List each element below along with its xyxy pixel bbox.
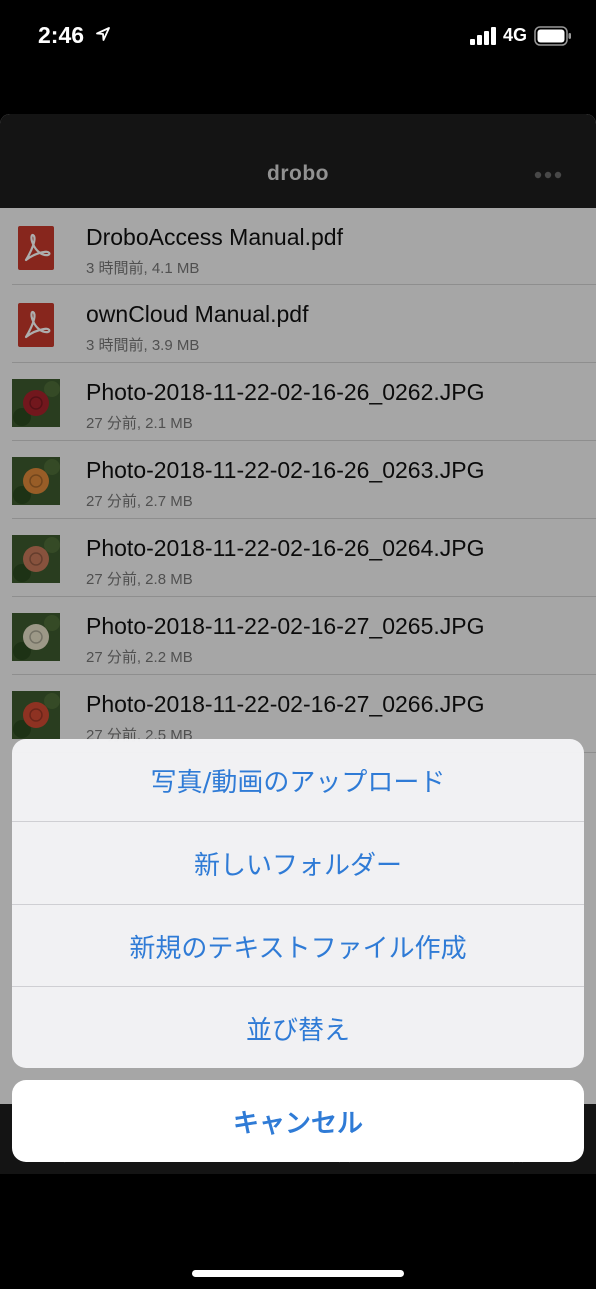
action-sheet: 写真/動画のアップロード 新しいフォルダー 新規のテキストファイル作成 並び替え (12, 739, 584, 1068)
new-folder-button[interactable]: 新しいフォルダー (12, 822, 584, 904)
status-bar: 2:46 4G (0, 0, 596, 72)
upload-photo-video-button[interactable]: 写真/動画のアップロード (12, 739, 584, 821)
network-type: 4G (503, 25, 528, 45)
home-indicator[interactable] (192, 1270, 404, 1277)
location-arrow-icon (96, 27, 110, 41)
new-text-file-button[interactable]: 新規のテキストファイル作成 (12, 905, 584, 987)
battery-icon (534, 26, 571, 46)
sort-button[interactable]: 並び替え (12, 987, 584, 1068)
cancel-button[interactable]: キャンセル (12, 1080, 584, 1162)
cellular-signal-icon (470, 27, 496, 45)
status-time: 2:46 (38, 22, 85, 48)
